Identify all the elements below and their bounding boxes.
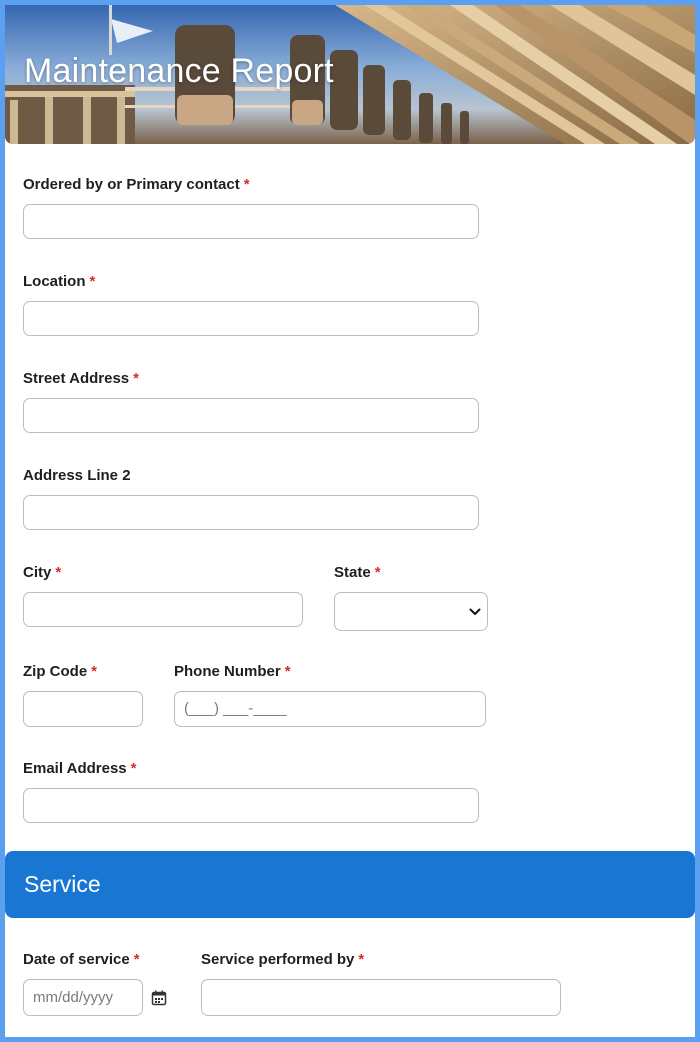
date-of-service-placeholder: mm/dd/yyyy (33, 989, 114, 1006)
required-marker: * (133, 951, 140, 968)
ordered-by-label-text: Ordered by or Primary contact (23, 176, 240, 193)
zip-code-label: Zip Code * (23, 663, 97, 680)
service-performed-by-input[interactable] (201, 979, 561, 1016)
address-line-2-label: Address Line 2 (23, 467, 131, 484)
street-address-label: Street Address * (23, 370, 139, 387)
service-section-title: Service (24, 871, 101, 897)
form-frame: Maintenance Report Ordered by or Primary… (5, 5, 695, 1037)
ordered-by-label: Ordered by or Primary contact * (23, 176, 250, 193)
ordered-by-input[interactable] (23, 204, 479, 239)
required-marker: * (130, 760, 137, 777)
zip-code-label-text: Zip Code (23, 663, 88, 680)
phone-number-label: Phone Number * (174, 663, 291, 680)
date-of-service-input[interactable]: mm/dd/yyyy (23, 979, 143, 1016)
city-input[interactable] (23, 592, 303, 627)
service-performed-by-label-text: Service performed by (201, 951, 355, 968)
state-label: State * (334, 564, 381, 581)
street-address-label-text: Street Address (23, 370, 130, 387)
location-input[interactable] (23, 301, 479, 336)
page-title: Maintenance Report (24, 52, 334, 90)
required-marker: * (133, 370, 139, 387)
phone-number-input[interactable]: (___) ___-____ (174, 691, 486, 727)
city-label-text: City (23, 564, 52, 581)
address-line-2-input[interactable] (23, 495, 479, 530)
required-marker: * (284, 663, 291, 680)
location-label: Location * (23, 273, 95, 290)
phone-number-placeholder: (___) ___-____ (184, 700, 287, 717)
required-marker: * (374, 564, 381, 581)
email-address-input[interactable] (23, 788, 479, 823)
service-section-header: Service (5, 851, 695, 918)
chevron-down-icon (469, 608, 481, 615)
date-of-service-label: Date of service * (23, 951, 140, 968)
phone-number-label-text: Phone Number (174, 663, 281, 680)
service-performed-by-label: Service performed by * (201, 951, 364, 968)
address-line-2-label-text: Address Line 2 (23, 467, 131, 484)
date-of-service-label-text: Date of service (23, 951, 130, 968)
required-marker: * (55, 564, 62, 581)
required-marker: * (91, 663, 98, 680)
calendar-icon[interactable] (151, 990, 167, 1006)
required-marker: * (89, 273, 96, 290)
street-address-input[interactable] (23, 398, 479, 433)
location-label-text: Location (23, 273, 86, 290)
city-label: City * (23, 564, 61, 581)
required-marker: * (358, 951, 365, 968)
state-select[interactable] (334, 592, 488, 631)
email-address-label: Email Address * (23, 760, 137, 777)
email-address-label-text: Email Address (23, 760, 127, 777)
state-label-text: State (334, 564, 371, 581)
header-banner: Maintenance Report (5, 5, 695, 144)
zip-code-input[interactable] (23, 691, 143, 727)
required-marker: * (243, 176, 250, 193)
